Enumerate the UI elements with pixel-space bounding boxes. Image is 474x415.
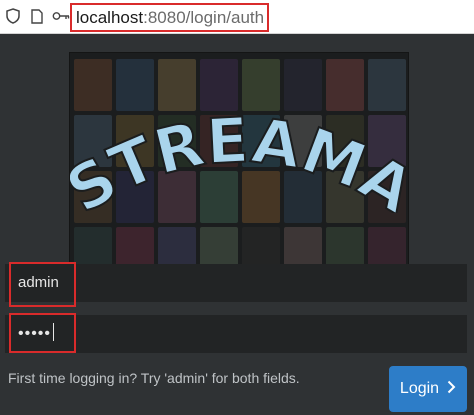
username-highlight <box>9 262 76 307</box>
address-bar[interactable]: localhost:8080/login/auth <box>0 0 474 34</box>
key-icon[interactable] <box>52 7 70 25</box>
chevron-right-icon <box>447 380 456 399</box>
login-button[interactable]: Login <box>389 366 467 412</box>
login-hint: First time logging in? Try 'admin' for b… <box>8 370 300 386</box>
logo-text: STREAMA <box>70 103 409 213</box>
url-field[interactable]: localhost:8080/login/auth <box>70 3 269 32</box>
url-path: :8080/login/auth <box>143 7 265 27</box>
poster-background: STREAMA <box>69 52 409 287</box>
streama-logo: STREAMA <box>70 102 409 213</box>
login-page: STREAMA admin ••••• First time logging i… <box>0 34 474 415</box>
page-icon[interactable] <box>28 7 46 25</box>
shield-icon[interactable] <box>4 7 22 25</box>
login-button-label: Login <box>399 380 440 397</box>
password-highlight <box>9 313 76 353</box>
url-host: localhost <box>76 7 144 27</box>
